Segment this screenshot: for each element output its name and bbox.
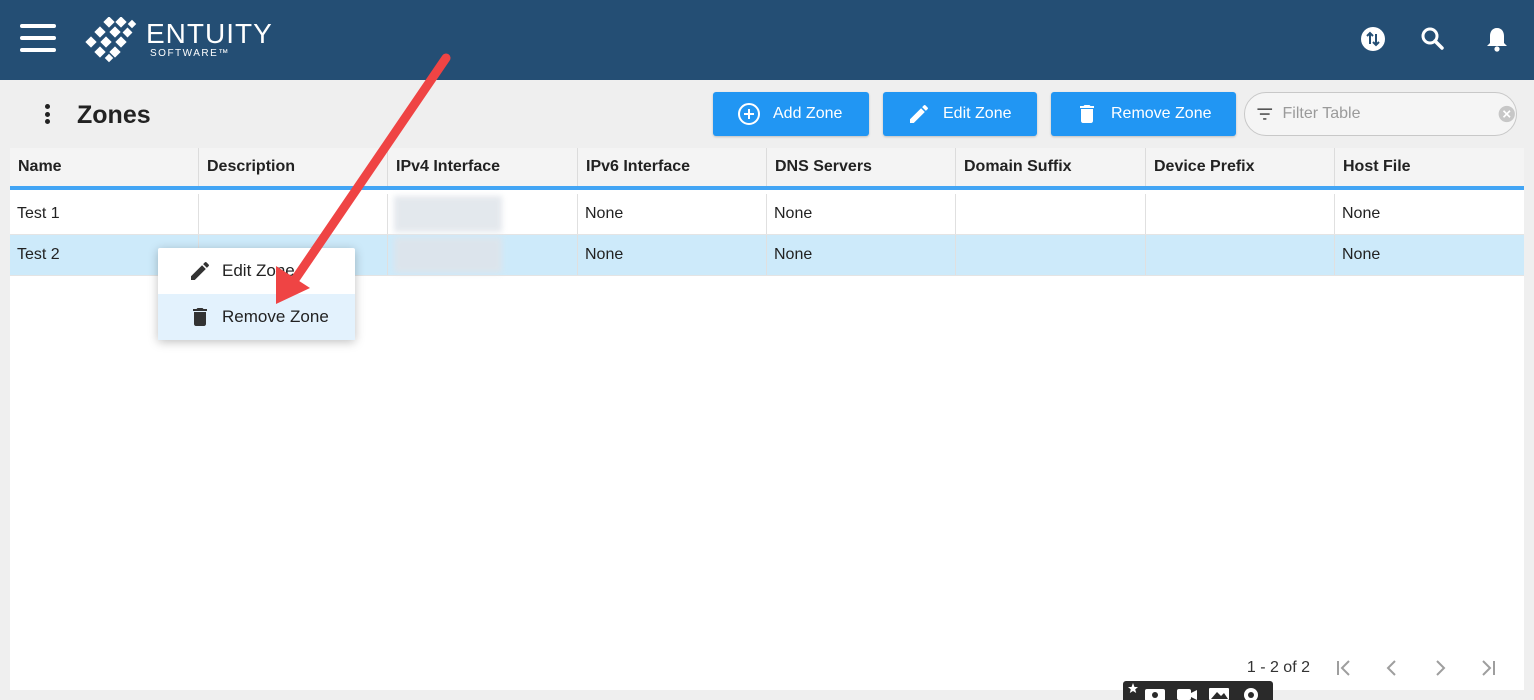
previous-page-icon[interactable] — [1368, 656, 1416, 680]
column-header-description[interactable]: Description — [199, 148, 388, 186]
context-menu-edit-zone[interactable]: Edit Zone — [158, 248, 355, 294]
cell-dns: None — [767, 235, 956, 275]
cell-ipv6: None — [578, 235, 767, 275]
clear-filter-icon[interactable] — [1497, 103, 1517, 125]
column-header-domain-suffix[interactable]: Domain Suffix — [956, 148, 1146, 186]
more-vert-icon[interactable] — [40, 104, 54, 128]
image-icon[interactable] — [1207, 681, 1231, 700]
remove-zone-button[interactable]: Remove Zone — [1051, 92, 1236, 136]
filter-icon — [1257, 108, 1273, 120]
search-icon[interactable] — [1418, 24, 1448, 54]
capture-toolbar — [1123, 681, 1273, 700]
cell-device-prefix — [1146, 235, 1335, 275]
gear-icon[interactable] — [1239, 681, 1263, 700]
context-menu-remove-zone[interactable]: Remove Zone — [158, 294, 355, 340]
pagination: 1 - 2 of 2 — [1247, 656, 1512, 680]
cell-host-file: None — [1342, 205, 1381, 222]
cell-host-file: None — [1342, 246, 1381, 263]
bell-icon[interactable] — [1482, 24, 1512, 54]
cell-ipv4 — [388, 194, 578, 234]
table-row[interactable]: Test 1 None None None — [10, 194, 1524, 235]
remove-zone-label: Remove Zone — [1111, 105, 1212, 122]
logo-wordmark: ENTUITY — [146, 18, 273, 49]
column-header-dns[interactable]: DNS Servers — [767, 148, 956, 186]
zones-table: Name Description IPv4 Interface IPv6 Int… — [10, 148, 1524, 690]
edit-zone-button[interactable]: Edit Zone — [883, 92, 1037, 136]
redacted-value — [394, 237, 502, 273]
top-app-bar: ENTUITY SOFTWARE™ — [0, 0, 1534, 80]
column-header-device-prefix[interactable]: Device Prefix — [1146, 148, 1335, 186]
cell-ipv6: None — [578, 194, 767, 234]
redacted-value — [394, 196, 502, 232]
next-page-icon[interactable] — [1416, 656, 1464, 680]
logo-mark-icon — [85, 17, 137, 63]
video-icon[interactable] — [1175, 681, 1199, 700]
context-menu-remove-label: Remove Zone — [222, 307, 329, 326]
cell-ipv4 — [388, 235, 578, 275]
edit-zone-label: Edit Zone — [943, 105, 1012, 122]
sync-icon[interactable] — [1358, 24, 1388, 54]
pagination-range: 1 - 2 of 2 — [1246, 659, 1310, 676]
cell-name: Test 1 — [10, 194, 199, 234]
filter-input[interactable] — [1282, 105, 1473, 123]
menu-icon[interactable] — [20, 24, 56, 52]
pencil-icon — [910, 104, 929, 123]
trash-icon — [1080, 105, 1094, 123]
pencil-icon — [191, 261, 210, 280]
star-icon[interactable] — [1127, 681, 1139, 700]
first-page-icon[interactable] — [1320, 656, 1368, 680]
row-context-menu: Edit Zone Remove Zone — [158, 248, 355, 340]
add-zone-button[interactable]: Add Zone — [713, 92, 869, 136]
table-header: Name Description IPv4 Interface IPv6 Int… — [10, 148, 1524, 190]
trash-icon — [193, 308, 207, 326]
last-page-icon[interactable] — [1464, 656, 1512, 680]
cell-domain-suffix — [956, 194, 1146, 234]
column-header-ipv4[interactable]: IPv4 Interface — [388, 148, 578, 186]
cell-description — [199, 194, 388, 234]
camera-icon[interactable] — [1143, 681, 1167, 700]
filter-table-field — [1244, 92, 1517, 136]
column-header-host-file[interactable]: Host File — [1335, 148, 1524, 186]
add-zone-label: Add Zone — [773, 105, 843, 122]
page-title: Zones — [77, 101, 151, 129]
add-circle-icon — [738, 103, 760, 125]
cell-device-prefix — [1146, 194, 1335, 234]
column-header-ipv6[interactable]: IPv6 Interface — [578, 148, 767, 186]
zones-panel: Zones Add Zone Edit Zone Remove Zone Nam… — [10, 90, 1524, 690]
entuity-logo[interactable]: ENTUITY SOFTWARE™ — [84, 16, 273, 64]
context-menu-edit-label: Edit Zone — [222, 261, 295, 280]
cell-dns: None — [767, 194, 956, 234]
column-header-name[interactable]: Name — [10, 148, 199, 186]
cell-domain-suffix — [956, 235, 1146, 275]
logo-subtitle: SOFTWARE™ — [150, 48, 230, 59]
